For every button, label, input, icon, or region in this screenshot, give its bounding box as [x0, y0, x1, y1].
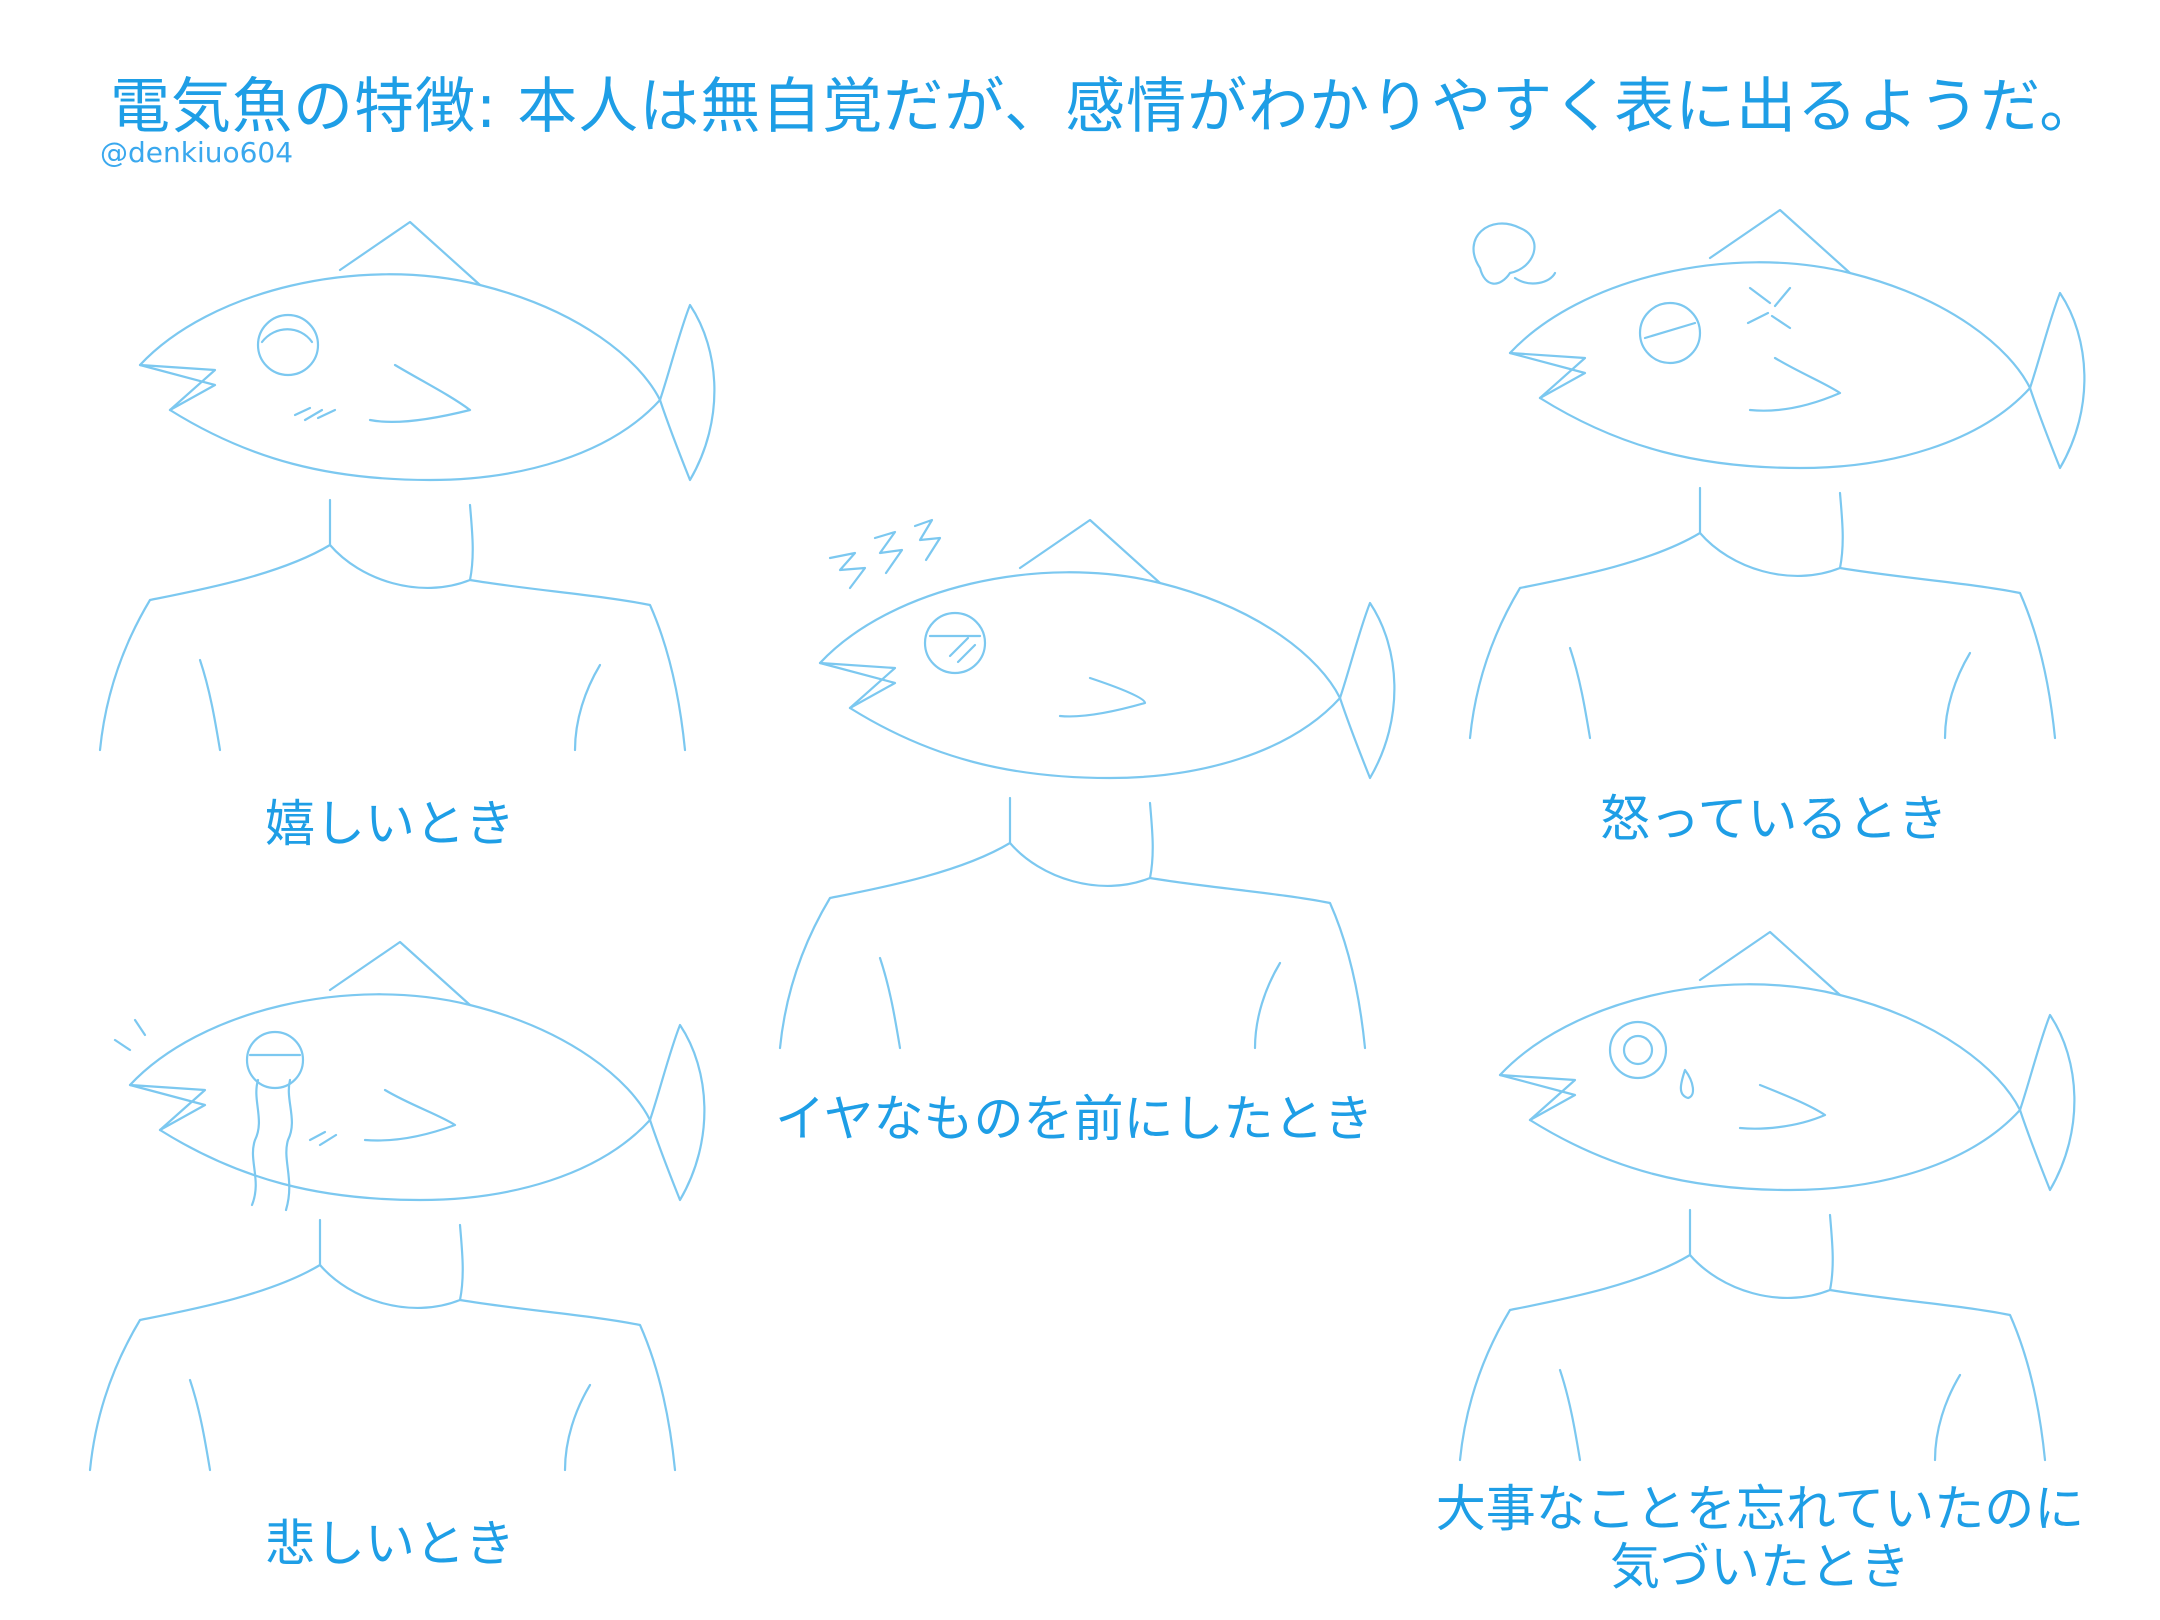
fish-sad [88, 940, 706, 1472]
sweat-drop [1679, 1068, 1695, 1100]
stress-mark [828, 551, 867, 590]
fish-happy [98, 220, 716, 752]
fish-disgust [778, 518, 1396, 1050]
caption-disgust: イヤなものを前にしたとき [775, 1090, 1374, 1148]
fish-angry [1468, 208, 2086, 740]
caption-happy: 嬉しいとき [265, 795, 515, 853]
fish-notice [1458, 930, 2076, 1462]
caption-notice-line1: 大事なことを忘れていたのに [1435, 1480, 2085, 1538]
caption-sad: 悲しいとき [265, 1515, 515, 1573]
caption-notice-line2: 気づいたとき [1610, 1538, 1910, 1596]
happy-eye [256, 313, 320, 377]
steam-cloud [1472, 222, 1536, 285]
tears [250, 1078, 260, 1207]
caption-angry: 怒っているとき [1600, 790, 1948, 848]
anger-mark [1746, 286, 1792, 330]
caption-notice: 大事なことを忘れていたのに 気づいたとき [1430, 1480, 2090, 1596]
